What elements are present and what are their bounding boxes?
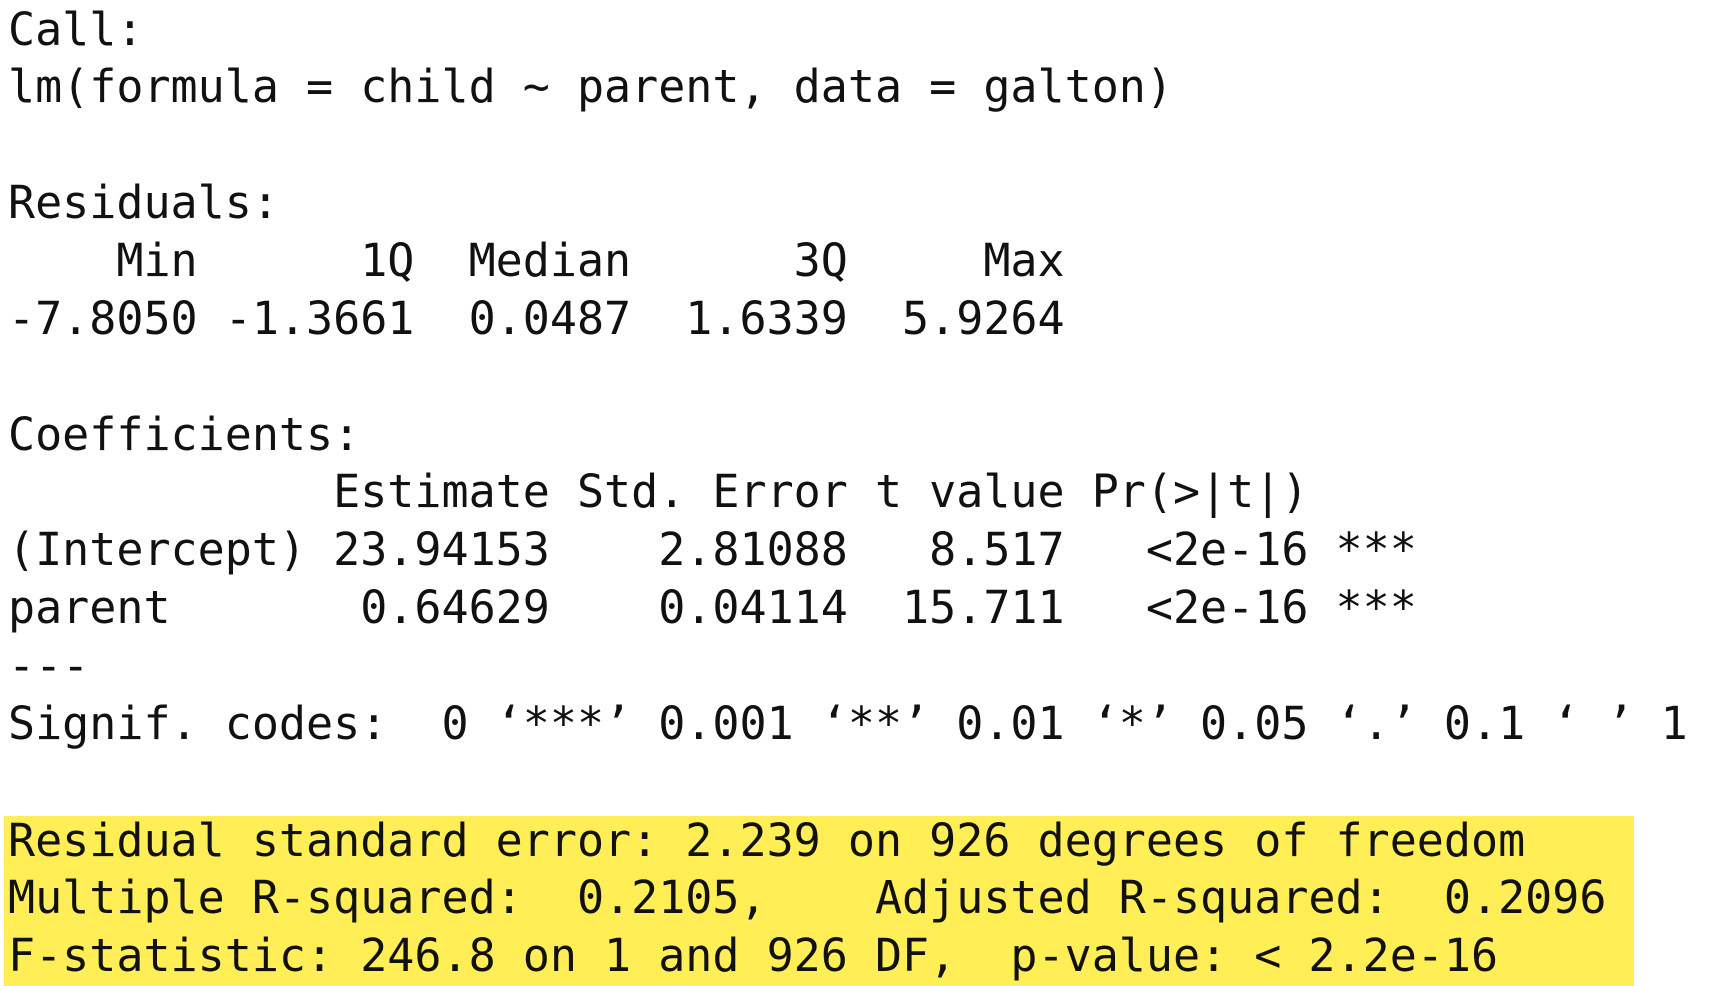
residuals-labels: Min 1Q Median 3Q Max xyxy=(8,234,1065,287)
separator-line: --- xyxy=(8,639,90,692)
signif-codes: Signif. codes: 0 ‘***’ 0.001 ‘**’ 0.01 ‘… xyxy=(8,697,1688,750)
residuals-values: -7.8050 -1.3661 0.0487 1.6339 5.9264 xyxy=(8,292,1065,345)
residuals-header: Residuals: xyxy=(8,176,279,229)
coefficient-row-intercept: (Intercept) 23.94153 2.81088 8.517 <2e-1… xyxy=(8,523,1417,576)
call-formula: lm(formula = child ~ parent, data = galt… xyxy=(8,60,1173,113)
coefficient-row-parent: parent 0.64629 0.04114 15.711 <2e-16 *** xyxy=(8,581,1417,634)
coefficients-header: Coefficients: xyxy=(8,408,361,461)
coefficients-columns: Estimate Std. Error t value Pr(>|t|) xyxy=(8,465,1309,518)
r-squared-line: Multiple R-squared: 0.2105, Adjusted R-s… xyxy=(8,871,1607,924)
residual-standard-error: Residual standard error: 2.239 on 926 de… xyxy=(8,814,1526,867)
f-statistic-line: F-statistic: 246.8 on 1 and 926 DF, p-va… xyxy=(8,929,1499,982)
call-header: Call: xyxy=(8,3,144,56)
